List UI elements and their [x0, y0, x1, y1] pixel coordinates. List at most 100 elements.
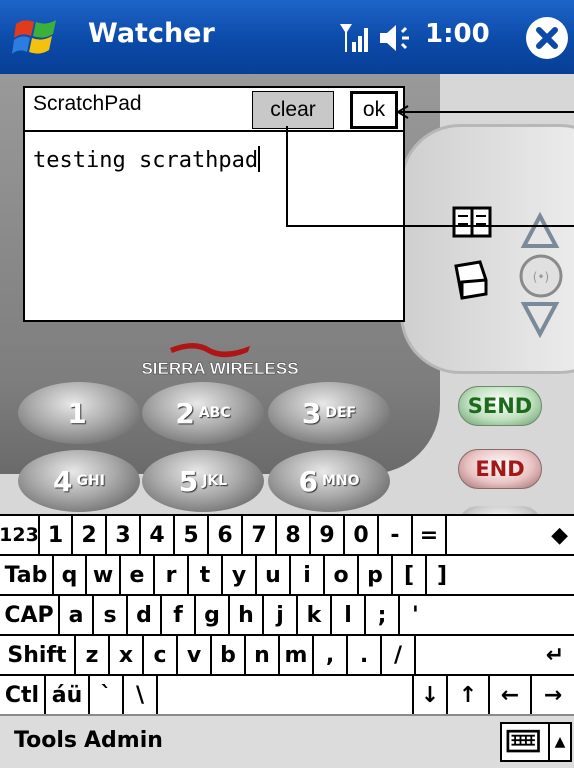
key-h[interactable]: h — [230, 596, 264, 634]
key-letters: JKL — [202, 473, 228, 489]
key-i[interactable]: i — [291, 556, 325, 594]
key-7[interactable]: 7 — [243, 516, 277, 554]
key-b[interactable]: b — [212, 636, 246, 674]
key-2[interactable]: 2 — [73, 516, 107, 554]
key-1[interactable]: 1 — [40, 516, 73, 554]
key-down-arrow[interactable]: ↓ — [414, 676, 448, 714]
key-close-bracket[interactable]: ] — [427, 556, 574, 594]
key-d[interactable]: d — [128, 596, 162, 634]
scratchpad-dialog: ScratchPad clear ok testing scrathpad — [23, 86, 405, 322]
key-c[interactable]: c — [144, 636, 178, 674]
backspace-icon: ◆ — [551, 522, 568, 548]
key-backslash[interactable]: \ — [124, 676, 158, 714]
key-comma[interactable]: , — [314, 636, 348, 674]
key-v[interactable]: v — [178, 636, 212, 674]
extra-key[interactable] — [458, 506, 542, 514]
key-0[interactable]: 0 — [345, 516, 379, 554]
key-letters: DEF — [325, 405, 357, 421]
keypad-key-1[interactable]: 1 — [18, 382, 140, 444]
key-digit: 1 — [67, 396, 87, 430]
keypad-key-5[interactable]: 5 JKL — [142, 450, 264, 512]
key-letters: GHI — [76, 473, 105, 489]
key-o[interactable]: o — [325, 556, 359, 594]
key-backtick[interactable]: ` — [90, 676, 124, 714]
key-semicolon[interactable]: ; — [366, 596, 400, 634]
key-equals[interactable]: = — [413, 516, 447, 554]
key-open-bracket[interactable]: [ — [393, 556, 427, 594]
key-4[interactable]: 4 — [141, 516, 175, 554]
ok-button[interactable]: ok — [350, 91, 398, 129]
key-a[interactable]: a — [60, 596, 94, 634]
key-digit: 4 — [53, 464, 73, 498]
key-digit: 3 — [301, 396, 322, 430]
key-enter[interactable]: ↵ — [416, 636, 574, 674]
key-tab[interactable]: Tab — [0, 556, 54, 594]
key-y[interactable]: y — [223, 556, 257, 594]
clear-button[interactable]: clear — [252, 91, 334, 129]
key-n[interactable]: n — [246, 636, 280, 674]
input-panel-menu-arrow[interactable]: ▲ — [550, 722, 572, 762]
input-panel-button[interactable] — [500, 722, 550, 762]
key-l[interactable]: l — [332, 596, 366, 634]
key-f[interactable]: f — [162, 596, 196, 634]
key-k[interactable]: k — [298, 596, 332, 634]
scratchpad-textarea[interactable]: testing scrathpad — [33, 146, 261, 173]
svg-text:(•): (•) — [533, 270, 549, 284]
key-minus[interactable]: - — [379, 516, 413, 554]
scratchpad-title: ScratchPad — [33, 92, 142, 115]
key-s[interactable]: s — [94, 596, 128, 634]
key-right-arrow[interactable]: → — [532, 676, 574, 714]
speaker-icon[interactable] — [378, 22, 418, 54]
end-key[interactable]: END — [458, 449, 542, 489]
divider — [25, 130, 403, 132]
nav-icons: (•) — [452, 206, 563, 339]
key-m[interactable]: m — [280, 636, 314, 674]
keyboard-row-numbers: 123 1 2 3 4 5 6 7 8 9 0 - = ◆ — [0, 516, 574, 556]
key-6[interactable]: 6 — [209, 516, 243, 554]
keypad-key-3[interactable]: 3 DEF — [268, 382, 390, 444]
scratchpad-text: testing scrathpad — [33, 148, 259, 173]
close-button[interactable] — [526, 17, 568, 59]
key-g[interactable]: g — [196, 596, 230, 634]
key-digit: 5 — [178, 464, 199, 498]
key-backspace[interactable]: ◆ — [447, 516, 574, 554]
key-caps[interactable]: CAP — [0, 596, 60, 634]
key-up-arrow[interactable]: ↑ — [448, 676, 490, 714]
key-3[interactable]: 3 — [107, 516, 141, 554]
key-w[interactable]: w — [87, 556, 121, 594]
key-z[interactable]: z — [76, 636, 110, 674]
key-e[interactable]: e — [121, 556, 155, 594]
key-r[interactable]: r — [155, 556, 189, 594]
key-accents[interactable]: áü — [46, 676, 90, 714]
key-u[interactable]: u — [257, 556, 291, 594]
key-apostrophe[interactable]: ' — [400, 596, 574, 634]
keyboard-row-bottom: Shift z x c v b n m , . / ↵ — [0, 636, 574, 676]
key-9[interactable]: 9 — [311, 516, 345, 554]
key-123[interactable]: 123 — [0, 516, 40, 554]
menu-tools[interactable]: Tools — [14, 728, 77, 753]
keyboard-icon — [506, 729, 540, 753]
key-t[interactable]: t — [189, 556, 223, 594]
key-ctrl[interactable]: Ctl — [0, 676, 46, 714]
notes-icon — [454, 260, 488, 300]
on-screen-keyboard: 123 1 2 3 4 5 6 7 8 9 0 - = ◆ Tab q w e … — [0, 514, 574, 714]
key-x[interactable]: x — [110, 636, 144, 674]
key-shift[interactable]: Shift — [0, 636, 76, 674]
menu-admin[interactable]: Admin — [84, 728, 163, 753]
key-5[interactable]: 5 — [175, 516, 209, 554]
key-slash[interactable]: / — [382, 636, 416, 674]
key-j[interactable]: j — [264, 596, 298, 634]
key-space[interactable] — [158, 676, 414, 714]
key-q[interactable]: q — [54, 556, 87, 594]
windows-start-icon[interactable] — [12, 16, 60, 60]
key-8[interactable]: 8 — [277, 516, 311, 554]
key-period[interactable]: . — [348, 636, 382, 674]
keyboard-row-qwerty: Tab q w e r t y u i o p [ ] — [0, 556, 574, 596]
key-p[interactable]: p — [359, 556, 393, 594]
keyboard-row-home: CAP a s d f g h j k l ; ' — [0, 596, 574, 636]
keypad-key-2[interactable]: 2 ABC — [142, 382, 264, 444]
key-left-arrow[interactable]: ← — [490, 676, 532, 714]
keypad-key-4[interactable]: 4 GHI — [18, 450, 140, 512]
signal-icon[interactable] — [338, 22, 372, 54]
keypad-key-6[interactable]: 6 MNO — [268, 450, 390, 512]
